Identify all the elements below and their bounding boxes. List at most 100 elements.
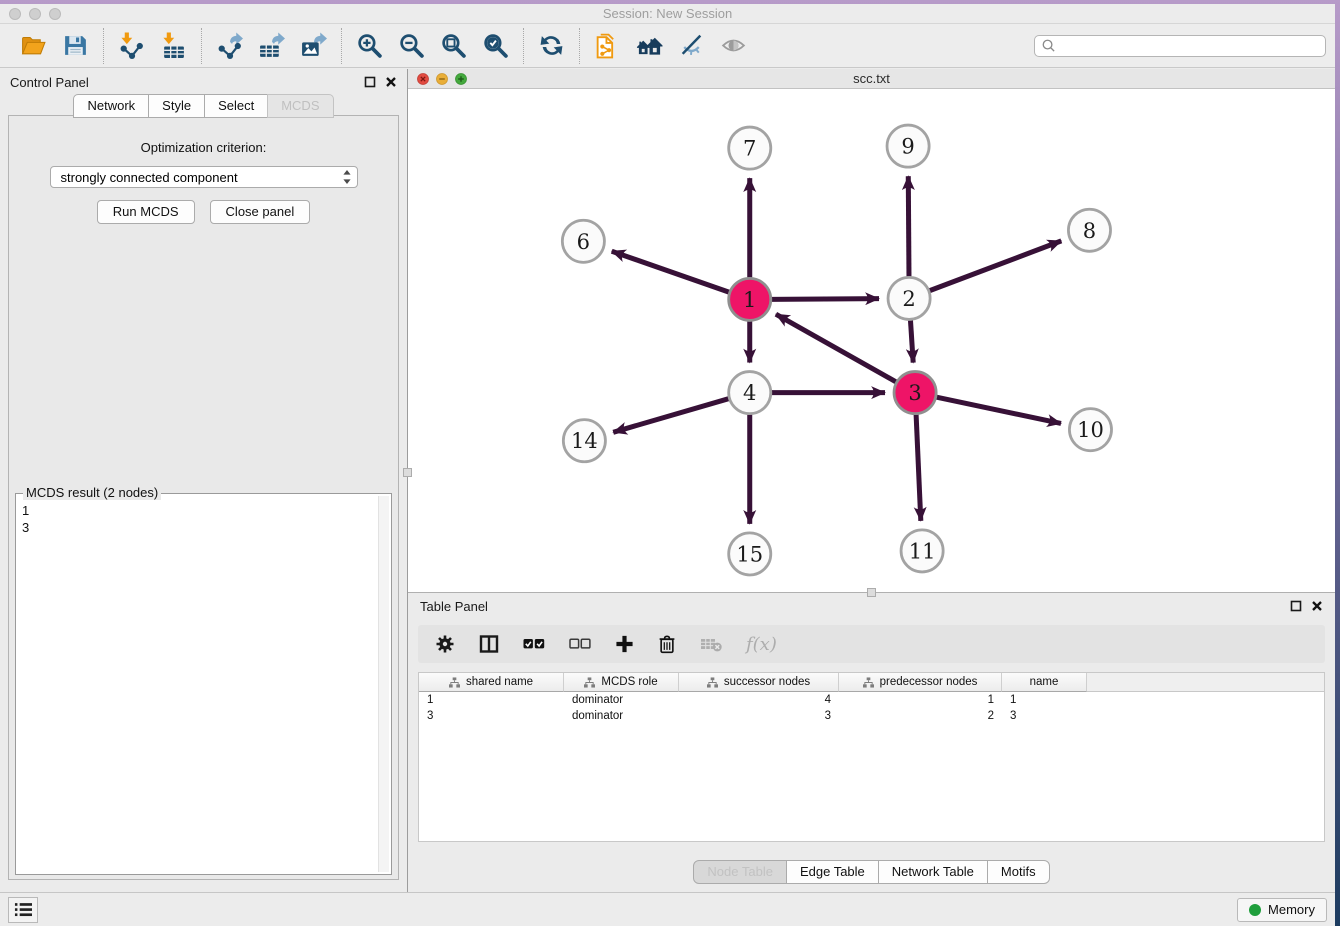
graph-node-6[interactable]: 6 — [562, 220, 604, 262]
optimization-criterion-label: Optimization criterion: — [9, 140, 398, 155]
run-mcds-button[interactable]: Run MCDS — [97, 200, 195, 224]
graph-node-14[interactable]: 14 — [563, 420, 605, 462]
control-tab-network[interactable]: Network — [73, 94, 149, 118]
export-table-button[interactable] — [258, 32, 285, 59]
close-panel-button[interactable]: Close panel — [210, 200, 311, 224]
table-tab-motifs[interactable]: Motifs — [987, 860, 1050, 884]
table-tab-edge-table[interactable]: Edge Table — [786, 860, 879, 884]
show-all-button[interactable] — [720, 32, 747, 59]
column-header-successor-nodes[interactable]: successor nodes — [679, 673, 839, 692]
graph-node-11[interactable]: 11 — [901, 530, 943, 572]
graph-node-2[interactable]: 2 — [888, 277, 930, 319]
graph-node-15[interactable]: 15 — [729, 533, 771, 575]
add-column-icon[interactable] — [615, 633, 634, 655]
graph-node-7[interactable]: 7 — [729, 127, 771, 169]
table-toolbar: f(x) — [418, 625, 1325, 663]
refresh-button[interactable] — [538, 32, 565, 59]
column-header-shared-name[interactable]: shared name — [419, 673, 564, 692]
toolbar-group — [201, 28, 341, 64]
save-session-button[interactable] — [62, 32, 89, 59]
network-graph[interactable]: 7 9 6 8 1 2 4 3 14 10 15 11 — [408, 89, 1335, 592]
cell-successor-nodes[interactable]: 4 — [679, 694, 839, 706]
unselect-all-columns-icon[interactable] — [569, 633, 591, 655]
search-box[interactable] — [1034, 35, 1326, 57]
dropdown-stepper-icon — [342, 169, 352, 185]
network-canvas[interactable]: 7 9 6 8 1 2 4 3 14 10 15 11 — [408, 89, 1335, 592]
close-table-panel-icon[interactable] — [1311, 600, 1323, 612]
cell-shared-name[interactable]: 3 — [419, 710, 564, 722]
cell-predecessor-nodes[interactable]: 2 — [839, 710, 1002, 722]
memory-button[interactable]: Memory — [1237, 898, 1327, 922]
edge-3-10[interactable] — [937, 397, 1061, 423]
export-image-button[interactable] — [300, 32, 327, 59]
node-label: 2 — [902, 286, 915, 311]
memory-label: Memory — [1268, 902, 1315, 917]
task-history-button[interactable] — [8, 897, 38, 923]
column-header-MCDS-role[interactable]: MCDS role — [564, 673, 679, 692]
edge-2-9[interactable] — [908, 176, 909, 276]
graph-node-10[interactable]: 10 — [1069, 409, 1111, 451]
search-input[interactable] — [1060, 38, 1319, 54]
edge-3-1[interactable] — [776, 314, 896, 382]
cell-predecessor-nodes[interactable]: 1 — [839, 694, 1002, 706]
graph-node-1[interactable]: 1 — [729, 278, 771, 320]
table-tab-node-table[interactable]: Node Table — [693, 860, 787, 884]
column-label: successor nodes — [724, 676, 810, 688]
zoom-fit-button[interactable] — [440, 32, 467, 59]
delete-columns-icon[interactable] — [658, 633, 676, 655]
table-row-node-1[interactable]: 1dominator411 — [419, 692, 1324, 708]
control-tab-select[interactable]: Select — [204, 94, 268, 118]
new-network-from-selection-button[interactable] — [594, 32, 621, 59]
edge-1-2[interactable] — [772, 299, 879, 300]
zoom-out-button[interactable] — [398, 32, 425, 59]
cell-successor-nodes[interactable]: 3 — [679, 710, 839, 722]
float-table-panel-icon[interactable] — [1290, 600, 1302, 612]
import-table-button[interactable] — [160, 32, 187, 59]
edge-2-8[interactable] — [930, 241, 1062, 291]
toolbar-group — [341, 28, 523, 64]
zoom-selected-button[interactable] — [482, 32, 509, 59]
optimization-criterion-dropdown[interactable]: strongly connected component — [50, 166, 358, 188]
select-all-columns-icon[interactable] — [523, 633, 545, 655]
result-scrollbar[interactable] — [378, 496, 389, 872]
open-session-button[interactable] — [20, 32, 47, 59]
first-neighbors-button[interactable] — [636, 32, 663, 59]
browse-columns-icon[interactable] — [479, 633, 499, 655]
panel-splitter-grip[interactable] — [403, 468, 412, 477]
mcds-result-list[interactable]: 13 — [22, 502, 375, 870]
column-header-predecessor-nodes[interactable]: predecessor nodes — [839, 673, 1002, 692]
cell-name[interactable]: 3 — [1002, 710, 1087, 722]
table-settings-icon[interactable] — [435, 633, 455, 655]
hide-selected-button[interactable] — [678, 32, 705, 59]
table-row-node-3[interactable]: 3dominator323 — [419, 708, 1324, 724]
graph-node-4[interactable]: 4 — [729, 372, 771, 414]
edge-3-11[interactable] — [916, 415, 921, 521]
column-header-name[interactable]: name — [1002, 673, 1087, 692]
cell-MCDS-role[interactable]: dominator — [564, 710, 679, 722]
node-label: 7 — [743, 136, 756, 161]
control-tab-style[interactable]: Style — [148, 94, 205, 118]
control-tab-mcds[interactable]: MCDS — [267, 94, 333, 118]
export-network-button[interactable] — [216, 32, 243, 59]
close-panel-icon[interactable] — [385, 76, 397, 88]
network-view-window: scc.txt 7 9 6 8 1 2 4 3 14 10 15 11 — [408, 69, 1335, 592]
import-network-button[interactable] — [118, 32, 145, 59]
column-type-icon — [449, 677, 460, 688]
cell-name[interactable]: 1 — [1002, 694, 1087, 706]
float-panel-icon[interactable] — [364, 76, 376, 88]
edge-1-6[interactable] — [612, 251, 729, 292]
table-tab-network-table[interactable]: Network Table — [878, 860, 988, 884]
edge-2-3[interactable] — [910, 320, 913, 362]
cell-MCDS-role[interactable]: dominator — [564, 694, 679, 706]
edge-4-14[interactable] — [613, 399, 728, 433]
network-window-titlebar: scc.txt — [408, 69, 1335, 89]
table-header-row: shared nameMCDS role successor nodes prede… — [419, 673, 1324, 692]
graph-node-9[interactable]: 9 — [887, 125, 929, 167]
graph-node-8[interactable]: 8 — [1068, 209, 1110, 251]
zoom-in-button[interactable] — [356, 32, 383, 59]
horizontal-splitter-grip[interactable] — [867, 588, 876, 597]
column-label: name — [1030, 676, 1059, 688]
status-bar: Memory — [0, 892, 1335, 926]
graph-node-3[interactable]: 3 — [894, 372, 936, 414]
cell-shared-name[interactable]: 1 — [419, 694, 564, 706]
